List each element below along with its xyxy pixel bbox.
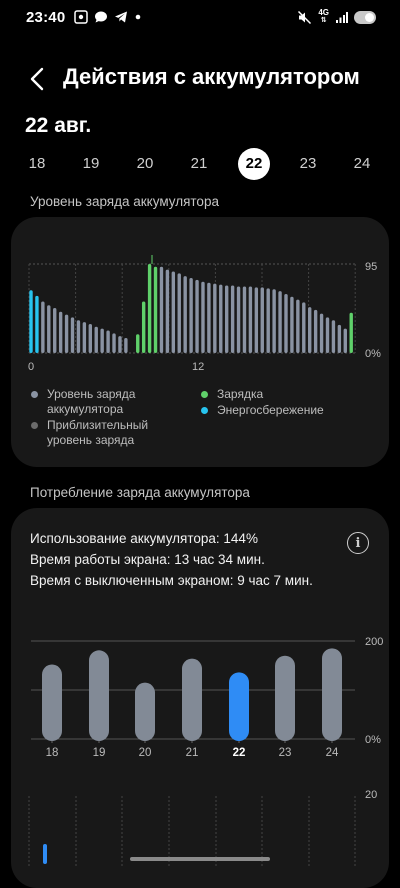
use-x-label-23: 23: [279, 747, 292, 759]
use-x-label-24: 24: [326, 747, 339, 759]
legend-saving-dot: [201, 407, 208, 414]
battery-icon: [354, 10, 376, 24]
use-y-top-label: 200: [365, 636, 383, 648]
legend-level: Уровень заряда аккумулятора: [31, 387, 171, 417]
second-chart-bar: [43, 844, 47, 864]
day-21[interactable]: 21: [183, 148, 215, 180]
home-indicator[interactable]: [130, 857, 270, 861]
day-selector: 18 19 20 21 22 23 24: [0, 148, 400, 180]
page-title: Действия с аккумулятором: [63, 64, 360, 89]
day-19[interactable]: 19: [75, 148, 107, 180]
status-bar: 23:40 4G ⇅: [0, 0, 400, 36]
day-22[interactable]: 22: [238, 148, 270, 180]
level-legend: Уровень заряда аккумулятора Приблизитель…: [11, 217, 389, 467]
battery-consumption-chart: 200 0% 18 19 20 21 22 23 24 20: [28, 636, 383, 868]
use-x-label-18: 18: [46, 747, 59, 759]
use-x-label-22: 22: [233, 747, 246, 759]
dot-icon: [135, 14, 141, 20]
telegram-icon: [115, 11, 127, 23]
network-4g-icon: 4G ⇅: [318, 8, 329, 25]
status-time: 23:40: [26, 9, 66, 26]
use-x-label-21: 21: [186, 747, 199, 759]
consumption-section-title: Потребление заряда аккумулятора: [30, 485, 250, 500]
use-y-bottom-label: 0%: [365, 734, 381, 746]
legend-level-dot: [31, 391, 38, 398]
legend-saving: Энергосбережение: [201, 403, 371, 418]
use-bar-18: [42, 664, 62, 741]
message-icon: [95, 11, 107, 23]
day-20[interactable]: 20: [129, 148, 161, 180]
use-bar-21: [182, 658, 202, 741]
legend-estimated-dot: [31, 422, 38, 429]
use-bar-23: [275, 655, 295, 741]
screenshot-icon: [74, 10, 88, 24]
level-card: 95 0% 0 12 Уровень заряда аккумулятора П…: [11, 217, 389, 467]
back-button[interactable]: [22, 62, 52, 96]
chevron-left-icon: [30, 67, 44, 91]
signal-icon: [336, 11, 348, 23]
use-x-label-19: 19: [93, 747, 106, 759]
legend-charging: Зарядка: [201, 387, 371, 402]
use-bar-20: [135, 682, 155, 741]
use-bar-22: [229, 672, 249, 741]
level-section-title: Уровень заряда аккумулятора: [30, 194, 219, 209]
use-x-label-20: 20: [139, 747, 152, 759]
day-18[interactable]: 18: [21, 148, 53, 180]
day-23[interactable]: 23: [292, 148, 324, 180]
use-bar-24: [322, 648, 342, 741]
legend-charging-dot: [201, 391, 208, 398]
second-chart-top-label: 20: [365, 789, 377, 801]
mute-icon: [298, 10, 312, 24]
legend-estimated: Приблизительный уровень заряда: [31, 418, 171, 448]
date-title: 22 авг.: [25, 114, 92, 137]
consumption-card: Использование аккумулятора: 144% Время р…: [11, 508, 389, 888]
day-24[interactable]: 24: [346, 148, 378, 180]
use-bar-19: [89, 650, 109, 741]
